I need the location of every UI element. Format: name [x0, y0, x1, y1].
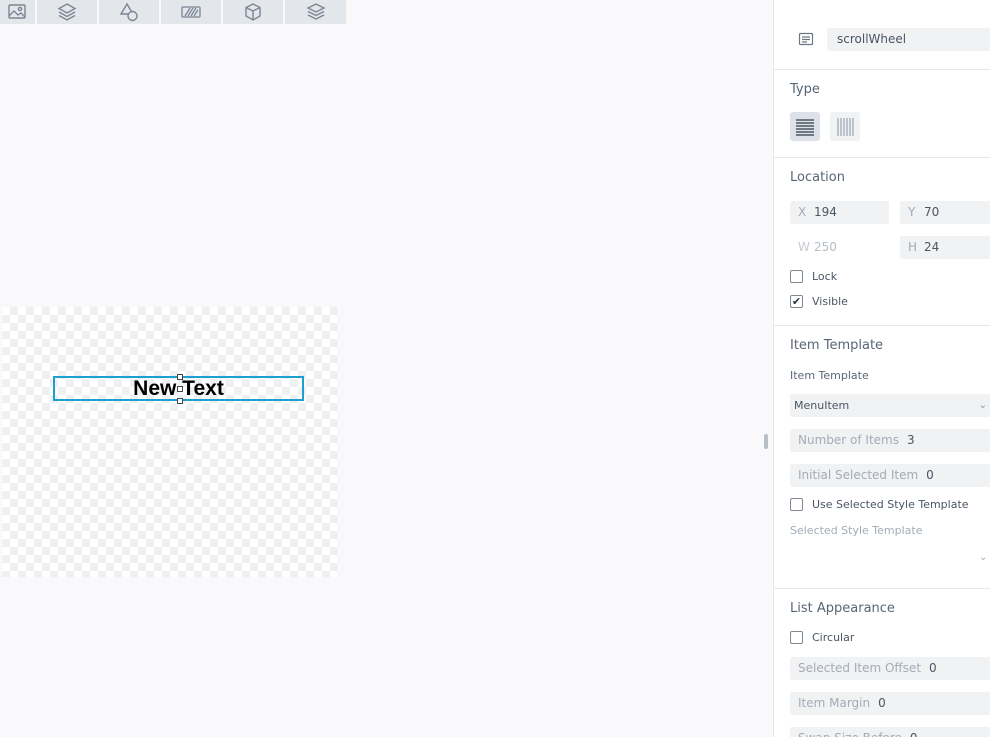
item-margin-label: Item Margin: [798, 696, 871, 710]
y-field[interactable]: Y 70: [900, 201, 990, 224]
pattern-icon: [181, 6, 201, 18]
location-section-title: Location: [790, 170, 845, 185]
image-icon: [7, 4, 26, 19]
h-label: H: [908, 240, 918, 254]
resize-handle-center[interactable]: [177, 386, 183, 392]
h-value: 24: [924, 240, 940, 254]
list-appearance-section-title: List Appearance: [790, 601, 895, 616]
stack-tool-button[interactable]: [285, 0, 346, 24]
resize-handle-top[interactable]: [177, 374, 183, 380]
divider: [774, 69, 990, 70]
properties-panel: scrollWheel Type Location X 194 Y 70 W 2…: [773, 0, 990, 737]
vertical-list-icon: [796, 118, 814, 136]
partial-label: Swap Size Before: [790, 727, 910, 737]
divider: [774, 325, 990, 326]
x-label: X: [798, 205, 807, 219]
cube-tool-button[interactable]: [223, 0, 283, 24]
use-selected-style-checkbox[interactable]: [790, 498, 803, 511]
visible-row[interactable]: ✔ Visible: [790, 295, 848, 308]
pattern-tool-button[interactable]: [161, 0, 221, 24]
type-horizontal-button[interactable]: [830, 112, 860, 141]
y-value: 70: [924, 205, 940, 219]
initial-selected-item-label: Initial Selected Item: [798, 468, 919, 482]
selected-item-offset-label: Selected Item Offset: [798, 661, 922, 675]
layers-icon: [57, 3, 77, 21]
initial-selected-item-field[interactable]: Initial Selected Item 0: [790, 464, 990, 487]
divider: [774, 588, 990, 589]
cube-icon: [245, 3, 261, 21]
selected-item-offset-field[interactable]: Selected Item Offset 0: [790, 657, 990, 680]
selected-style-template-label: Selected Style Template: [790, 524, 923, 537]
partial-field[interactable]: Swap Size Before 0: [790, 727, 990, 737]
lock-row[interactable]: Lock: [790, 270, 837, 283]
y-label: Y: [908, 205, 916, 219]
h-field[interactable]: H 24: [900, 236, 990, 259]
canvas-stage[interactable]: New Text: [2, 307, 339, 577]
lock-checkbox[interactable]: [790, 270, 803, 283]
x-field[interactable]: X 194: [790, 201, 889, 224]
initial-selected-item-value: 0: [926, 468, 934, 482]
text-widget-icon: [798, 32, 814, 46]
use-selected-style-label: Use Selected Style Template: [812, 498, 969, 511]
circular-row[interactable]: Circular: [790, 631, 854, 644]
item-margin-value: 0: [878, 696, 886, 710]
visible-label: Visible: [812, 295, 848, 308]
number-of-items-field[interactable]: Number of Items 3: [790, 429, 990, 452]
chevron-down-icon: ⌄: [978, 400, 987, 411]
type-vertical-button[interactable]: [790, 112, 820, 141]
panel-splitter-handle[interactable]: [764, 434, 768, 449]
type-section-title: Type: [790, 82, 820, 97]
w-value: 250: [814, 240, 837, 254]
widget-name-input[interactable]: scrollWheel: [827, 28, 990, 51]
layers-tool-button[interactable]: [37, 0, 97, 24]
checkmark-icon: ✔: [791, 295, 802, 308]
item-margin-field[interactable]: Item Margin 0: [790, 692, 990, 715]
chevron-down-icon[interactable]: ⌄: [979, 552, 987, 563]
circular-checkbox[interactable]: [790, 631, 803, 644]
resize-handle-bottom[interactable]: [177, 398, 183, 404]
shapes-icon: [119, 2, 138, 22]
item-template-label: Item Template: [790, 369, 869, 382]
w-label: W: [798, 240, 810, 254]
horizontal-list-icon: [837, 117, 854, 136]
number-of-items-value: 3: [906, 433, 915, 447]
shapes-tool-button[interactable]: [99, 0, 159, 24]
number-of-items-label: Number of Items: [798, 433, 899, 447]
selected-item-offset-value: 0: [929, 661, 937, 675]
item-template-value: MenuItem: [794, 399, 850, 412]
circular-label: Circular: [812, 631, 855, 644]
visible-checkbox[interactable]: ✔: [790, 295, 803, 308]
item-template-select[interactable]: MenuItem ⌄: [790, 394, 990, 417]
item-template-section-title: Item Template: [790, 338, 884, 353]
image-tool-button[interactable]: [0, 0, 35, 24]
stack-icon: [305, 3, 326, 20]
use-selected-style-row[interactable]: Use Selected Style Template: [790, 498, 969, 511]
x-value: 194: [814, 205, 837, 219]
lock-label: Lock: [812, 270, 838, 283]
divider: [774, 157, 990, 158]
text-widget[interactable]: New Text: [53, 374, 304, 404]
partial-value: 0: [910, 727, 918, 737]
w-field[interactable]: W 250: [790, 236, 889, 259]
